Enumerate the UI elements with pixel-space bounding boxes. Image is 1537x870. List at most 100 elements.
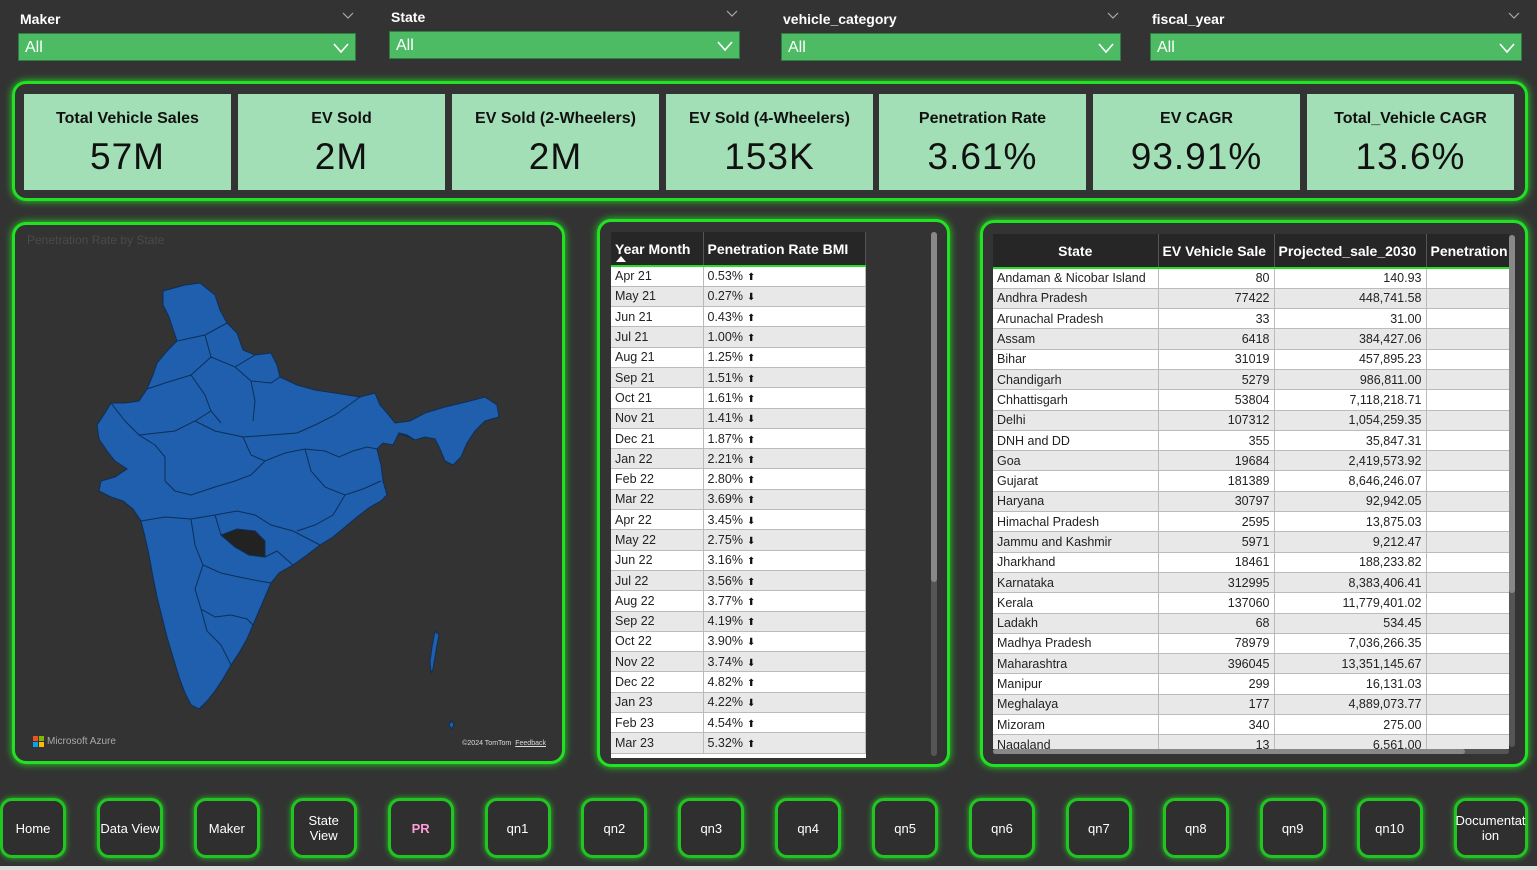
nav-button-qn1[interactable]: qn1 — [484, 798, 551, 858]
table-row[interactable]: Goa 19684 2,419,573.92 — [993, 450, 1509, 472]
nav-button-data-view[interactable]: Data View — [96, 798, 163, 858]
cell-state: Assam — [993, 328, 1159, 350]
nav-button-qn4[interactable]: qn4 — [775, 798, 842, 858]
table-row[interactable]: Aug 21 1.25% ⬆ — [611, 347, 866, 368]
table-row[interactable]: Himachal Pradesh 2595 13,875.03 — [993, 511, 1509, 533]
table-row[interactable]: DNH and DD 355 35,847.31 — [993, 430, 1509, 452]
table-row[interactable]: Jul 22 3.56% ⬆ — [611, 570, 866, 592]
table-row[interactable]: Manipur 299 16,131.03 — [993, 673, 1509, 695]
kpi-label: Total_Vehicle CAGR — [1334, 110, 1487, 127]
filter-title: fiscal_year — [1150, 8, 1522, 30]
table-row[interactable]: Mizoram 340 275.00 — [993, 714, 1509, 736]
col-ev-vehicle-sale[interactable]: EV Vehicle Sale — [1158, 234, 1275, 269]
chevron-down-icon[interactable] — [1508, 10, 1520, 22]
table-row[interactable]: Sep 22 4.19% ⬆ — [611, 611, 866, 632]
table-row[interactable]: Karnataka 312995 8,383,406.41 — [993, 572, 1509, 594]
table-row[interactable]: Mar 23 5.32% ⬆ — [611, 732, 866, 754]
table-row[interactable]: Kerala 137060 11,779,401.02 — [993, 592, 1509, 614]
table-row[interactable]: Delhi 107312 1,054,259.35 — [993, 410, 1509, 431]
table-row[interactable]: Nagaland 13 6,561.00 — [993, 734, 1509, 749]
feedback-link[interactable]: Feedback — [515, 740, 546, 747]
rate-value: 4.19% — [707, 614, 743, 629]
scrollbar[interactable] — [931, 232, 937, 756]
nav-button-qn3[interactable]: qn3 — [678, 798, 745, 858]
table-row[interactable]: Oct 22 3.90% ⬇ — [611, 631, 866, 653]
nav-button-maker[interactable]: Maker — [193, 798, 260, 858]
table-row[interactable]: Bihar 31019 457,895.23 — [993, 349, 1509, 370]
vehicle-category-dropdown[interactable]: All — [781, 33, 1121, 61]
chevron-down-icon[interactable] — [1107, 10, 1119, 22]
table-row[interactable]: Feb 22 2.80% ⬆ — [611, 468, 866, 490]
table-row[interactable]: Aug 22 3.77% ⬆ — [611, 590, 866, 612]
table-row[interactable]: Apr 22 3.45% ⬇ — [611, 509, 866, 531]
cell-penetration-rate: 0.43% ⬆ — [703, 306, 866, 328]
table-row[interactable]: Arunachal Pradesh 33 31.00 — [993, 308, 1509, 330]
table-row[interactable]: May 21 0.27% ⬇ — [611, 286, 866, 308]
nav-button-qn9[interactable]: qn9 — [1259, 798, 1326, 858]
table-row[interactable]: Madhya Pradesh 78979 7,036,266.35 — [993, 633, 1509, 655]
table-row[interactable]: Andhra Pradesh 77422 448,741.58 — [993, 288, 1509, 310]
table-row[interactable]: Gujarat 181389 8,646,246.07 — [993, 470, 1509, 492]
chevron-down-icon[interactable] — [726, 8, 738, 20]
table-row[interactable]: Dec 22 4.82% ⬆ — [611, 671, 866, 693]
cell-ev-vehicle-sale: 396045 — [1158, 653, 1275, 675]
nav-button-state-view[interactable]: State View — [290, 798, 357, 858]
scroll-thumb[interactable] — [1509, 235, 1515, 593]
table-row[interactable]: Feb 23 4.54% ⬆ — [611, 712, 866, 734]
table-row[interactable]: Oct 21 1.61% ⬆ — [611, 387, 866, 409]
rate-value: 3.16% — [707, 553, 743, 568]
table-row[interactable]: Nov 21 1.41% ⬇ — [611, 408, 866, 429]
nav-button-qn10[interactable]: qn10 — [1356, 798, 1423, 858]
nav-button-qn5[interactable]: qn5 — [872, 798, 939, 858]
nav-button-qn6[interactable]: qn6 — [969, 798, 1035, 858]
col-year-month[interactable]: Year Month — [611, 232, 704, 267]
cell-state: Kerala — [993, 592, 1159, 614]
table-row[interactable]: Jammu and Kashmir 5971 9,212.47 — [993, 531, 1509, 553]
table-row[interactable]: Jan 23 4.22% ⬇ — [611, 692, 866, 714]
table-row[interactable]: Chhattisgarh 53804 7,118,218.71 — [993, 389, 1509, 411]
nav-button-pr[interactable]: PR — [387, 798, 454, 858]
table-row[interactable]: Haryana 30797 92,942.05 — [993, 491, 1509, 513]
cell-projected-sale: 1,054,259.35 — [1274, 410, 1427, 431]
india-map[interactable] — [15, 225, 568, 767]
col-penetration-rate[interactable]: Penetration Rate BMI — [703, 232, 866, 267]
nav-button-qn7[interactable]: qn7 — [1065, 798, 1132, 858]
nav-button-qn8[interactable]: qn8 — [1162, 798, 1229, 858]
table-row[interactable]: Nov 22 3.74% ⬇ — [611, 651, 866, 673]
table-row[interactable]: Jun 21 0.43% ⬆ — [611, 306, 866, 328]
table-row[interactable]: Apr 21 0.53% ⬆ — [611, 266, 866, 287]
fiscal-year-dropdown[interactable]: All — [1150, 33, 1522, 61]
chevron-down-icon[interactable] — [342, 10, 354, 22]
table-row[interactable]: Dec 21 1.87% ⬆ — [611, 428, 866, 450]
col-state[interactable]: State — [993, 234, 1159, 269]
table-row[interactable]: Meghalaya 177 4,889,073.77 — [993, 694, 1509, 716]
table-row[interactable]: Jul 21 1.00% ⬆ — [611, 326, 866, 348]
table-row[interactable]: Sep 21 1.51% ⬆ — [611, 367, 866, 389]
table-row[interactable]: May 22 2.75% ⬇ — [611, 529, 866, 551]
table-row[interactable]: Mar 22 3.69% ⬆ — [611, 489, 866, 511]
scroll-thumb[interactable] — [993, 749, 1465, 754]
table-row[interactable]: Jharkhand 18461 188,233.82 — [993, 552, 1509, 573]
maker-dropdown[interactable]: All — [18, 33, 356, 61]
table-row[interactable]: Chandigarh 5279 986,811.00 — [993, 369, 1509, 391]
table-row[interactable]: Assam 6418 384,427.06 — [993, 328, 1509, 350]
cell-state: DNH and DD — [993, 430, 1159, 452]
table-row[interactable]: Jan 22 2.21% ⬆ — [611, 448, 866, 470]
kpi-label: EV Sold (2-Wheelers) — [475, 110, 636, 127]
scroll-thumb[interactable] — [931, 232, 937, 582]
nav-button-documentat-ion[interactable]: Documentat ion — [1453, 798, 1528, 858]
state-region — [96, 282, 500, 710]
table-row[interactable]: Jun 22 3.16% ⬆ — [611, 550, 866, 571]
table-row[interactable]: Ladakh 68 534.45 — [993, 613, 1509, 634]
table-row[interactable]: Maharashtra 396045 13,351,145.67 — [993, 653, 1509, 675]
col-penetration[interactable]: Penetration — [1426, 234, 1509, 269]
vertical-scrollbar[interactable] — [1509, 235, 1515, 747]
state-dropdown[interactable]: All — [389, 31, 740, 59]
table-row[interactable]: Andaman & Nicobar Island 80 140.93 — [993, 268, 1509, 289]
nav-button-home[interactable]: Home — [0, 798, 66, 858]
cell-penetration — [1426, 572, 1509, 594]
horizontal-scrollbar[interactable] — [993, 749, 1509, 754]
nav-button-qn2[interactable]: qn2 — [581, 798, 648, 858]
col-projected-sale[interactable]: Projected_sale_2030 — [1274, 234, 1427, 269]
cell-year-month: Jun 22 — [611, 550, 704, 571]
